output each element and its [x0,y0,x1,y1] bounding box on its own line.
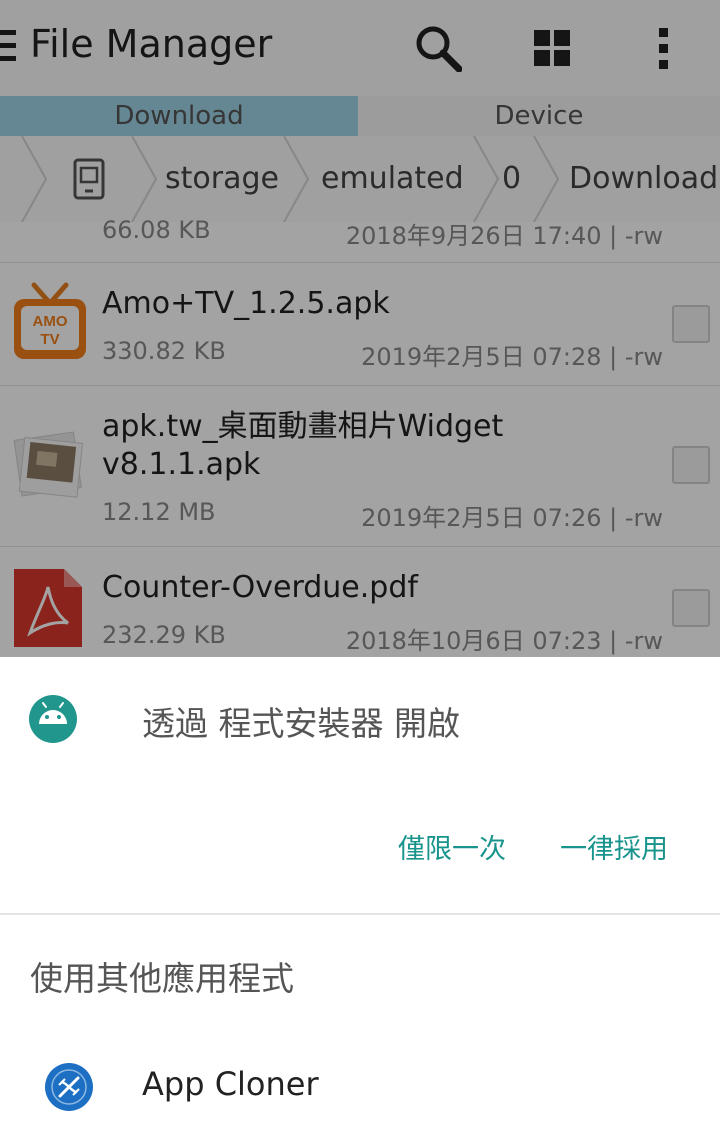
app-option-app-cloner[interactable]: App Cloner [0,1035,720,1135]
always-button[interactable]: 一律採用 [560,827,668,866]
file-manager-app: File Manager Download Device storage emu… [0,0,720,657]
app-cloner-icon [45,1063,93,1111]
app-option-label: App Cloner [142,1065,319,1103]
open-with-title: 透過 程式安裝器 開啟 [142,704,460,743]
divider [0,913,720,915]
just-once-button[interactable]: 僅限一次 [398,827,506,866]
open-with-sheet: 透過 程式安裝器 開啟 僅限一次 一律採用 使用其他應用程式 App Clone… [0,657,720,1135]
android-package-installer-icon [29,695,77,743]
dim-overlay[interactable] [0,0,720,657]
other-apps-heading: 使用其他應用程式 [30,959,294,998]
